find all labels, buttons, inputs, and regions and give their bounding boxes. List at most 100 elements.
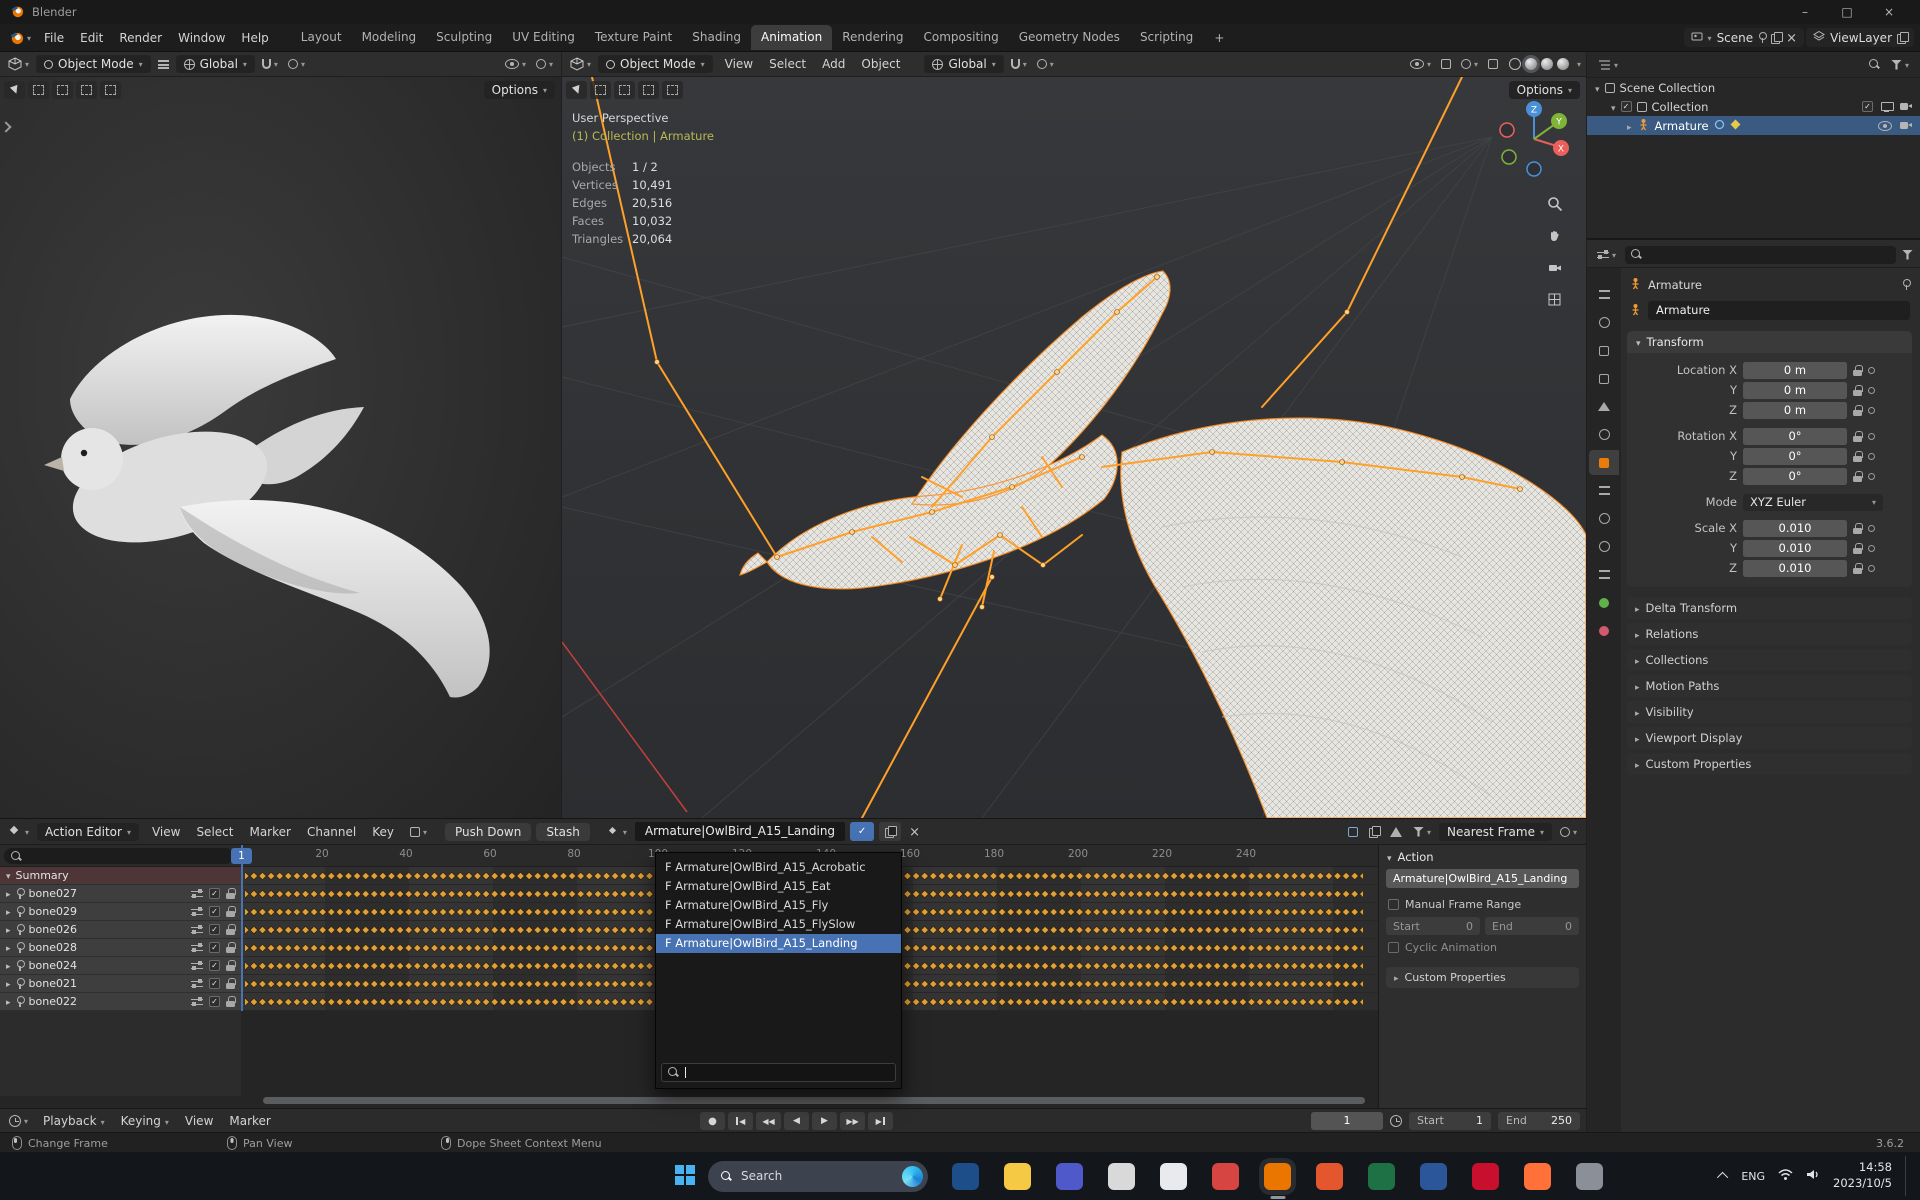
taskbar-search-input[interactable]: Search [708, 1160, 928, 1192]
end-field[interactable]: End 0 [1485, 917, 1579, 935]
enable-checkbox[interactable] [209, 978, 220, 989]
previous-keyframe-button[interactable]: ◀◀ [756, 1112, 781, 1130]
overlays-button[interactable] [1458, 55, 1481, 73]
channel-name[interactable]: bone028 [29, 941, 77, 954]
workspace-tab[interactable]: UV Editing [502, 25, 585, 50]
channel-name[interactable]: bone027 [29, 887, 77, 900]
tool-cursor-button[interactable] [662, 81, 683, 99]
taskbar-app-icon[interactable] [1264, 1162, 1291, 1190]
expand-icon[interactable] [6, 995, 11, 1008]
pin-icon[interactable] [16, 977, 25, 990]
menu-item[interactable]: File [36, 29, 72, 47]
tool-tweak-button[interactable] [4, 81, 25, 99]
physics-tab-icon[interactable] [1589, 534, 1619, 559]
menu-item[interactable]: View [144, 823, 188, 841]
outliner-row-armature[interactable]: Armature [1587, 116, 1920, 135]
lock-icon[interactable] [1853, 562, 1863, 574]
enable-checkbox[interactable] [209, 996, 220, 1007]
properties-section-header[interactable]: Custom Properties [1627, 753, 1912, 775]
action-dropdown-item[interactable]: F Armature|OwlBird_A15_Fly [656, 896, 901, 915]
mode-dropdown[interactable]: Object Mode [598, 55, 713, 73]
filter-funnel-button[interactable] [1410, 823, 1434, 841]
channel-row[interactable]: Summary [0, 867, 241, 885]
tool-tab-icon[interactable] [1589, 282, 1619, 307]
language-indicator[interactable]: ENG [1741, 1170, 1765, 1183]
value-field[interactable]: 0° [1743, 447, 1847, 465]
channel-row[interactable]: bone029 [0, 903, 241, 921]
channel-row[interactable]: bone021 [0, 975, 241, 993]
tool-select-box-button[interactable] [28, 81, 49, 99]
lock-icon[interactable] [1853, 450, 1863, 462]
taskbar-app-icon[interactable] [1524, 1162, 1551, 1190]
modifiers-icon[interactable] [191, 943, 203, 953]
scene-selector[interactable]: Scene [1683, 28, 1805, 47]
expand-icon[interactable] [6, 887, 11, 900]
pin-icon[interactable] [16, 995, 25, 1008]
menu-item[interactable]: Edit [72, 29, 111, 47]
menu-item[interactable]: Marker [241, 823, 298, 841]
pin-icon[interactable] [16, 923, 25, 936]
outliner-row-collection[interactable]: Collection [1587, 97, 1920, 116]
taskbar-app-icon[interactable] [1056, 1162, 1083, 1190]
properties-section-header[interactable]: Collections [1627, 649, 1912, 671]
enable-checkbox[interactable] [209, 942, 220, 953]
expand-icon[interactable] [1595, 81, 1600, 95]
enable-checkbox[interactable] [209, 906, 220, 917]
value-field[interactable]: 0 m [1743, 401, 1847, 419]
render-tab-icon[interactable] [1589, 310, 1619, 335]
modifiers-icon[interactable] [191, 907, 203, 917]
workspace-tab[interactable]: Compositing [913, 25, 1008, 50]
tool-cursor-button[interactable] [100, 81, 121, 99]
custom-properties-section[interactable]: Custom Properties [1386, 967, 1579, 988]
object-data-tab-icon[interactable] [1589, 590, 1619, 615]
tool-select-box-button[interactable] [590, 81, 611, 99]
manual-frame-range-checkbox[interactable] [1388, 899, 1399, 910]
value-field[interactable]: 0.010 [1743, 559, 1847, 577]
menu-item[interactable]: Playback [35, 1112, 113, 1130]
exclude-checkbox[interactable] [1862, 101, 1873, 112]
current-frame-line[interactable] [241, 845, 243, 1011]
menu-item[interactable]: View [717, 55, 761, 73]
lock-icon[interactable] [226, 924, 236, 935]
taskbar-app-icon[interactable] [1472, 1162, 1499, 1190]
clock-datetime[interactable]: 14:58 2023/10/5 [1833, 1160, 1892, 1191]
material-tab-icon[interactable] [1589, 618, 1619, 643]
gizmo-x-label[interactable]: X [1558, 145, 1564, 155]
workspace-tab[interactable]: Texture Paint [585, 25, 682, 50]
pin-icon[interactable] [16, 887, 25, 900]
collection-label[interactable]: Collection [1652, 100, 1709, 114]
breadcrumb-object[interactable]: Armature [1648, 278, 1702, 292]
taskbar-app-icon[interactable] [952, 1162, 979, 1190]
animate-dot-icon[interactable] [1868, 544, 1875, 552]
proportional-edit-button[interactable] [1034, 55, 1057, 73]
lock-icon[interactable] [226, 942, 236, 953]
manual-frame-range-row[interactable]: Manual Frame Range [1379, 895, 1586, 914]
snap-magnet-button[interactable] [259, 55, 281, 73]
filter-button[interactable] [1888, 56, 1912, 74]
lock-icon[interactable] [1853, 364, 1863, 376]
action-panel-header[interactable]: Action [1379, 845, 1586, 868]
value-field[interactable]: 0.010 [1743, 539, 1847, 557]
object-tab-icon[interactable] [1589, 450, 1619, 475]
menu-item[interactable]: View [177, 1112, 221, 1130]
unlink-action-button[interactable] [906, 823, 923, 841]
orientation-dropdown[interactable]: Global [175, 55, 255, 73]
animate-dot-icon[interactable] [1868, 406, 1875, 414]
lock-icon[interactable] [1853, 404, 1863, 416]
taskbar-app-icon[interactable] [1316, 1162, 1343, 1190]
animate-dot-icon[interactable] [1868, 386, 1875, 394]
value-field[interactable]: 0 m [1743, 361, 1847, 379]
stash-button[interactable]: Stash [536, 822, 590, 841]
viewport-secondary[interactable]: Object Mode Global [0, 52, 561, 818]
value-field[interactable]: 0.010 [1743, 519, 1847, 537]
lock-icon[interactable] [1853, 430, 1863, 442]
enable-checkbox[interactable] [209, 960, 220, 971]
channel-row[interactable]: bone028 [0, 939, 241, 957]
expand-icon[interactable] [6, 959, 11, 972]
viewport-disable-icon[interactable] [1881, 101, 1894, 112]
next-keyframe-button[interactable]: ▶▶ [840, 1112, 865, 1130]
gizmo-z-label[interactable]: Z [1531, 106, 1537, 116]
channel-row[interactable]: bone022 [0, 993, 241, 1011]
mode-dropdown[interactable]: Object Mode [36, 55, 151, 73]
constraints-tab-icon[interactable] [1589, 562, 1619, 587]
